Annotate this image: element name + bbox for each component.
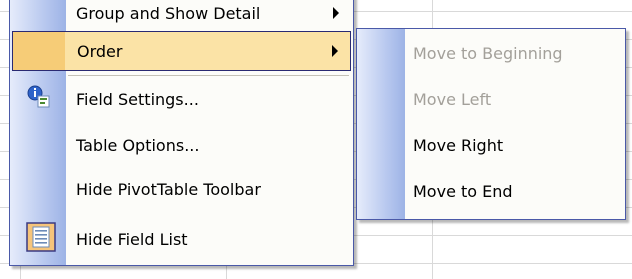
menu-item-label: Field Settings... [76, 89, 199, 109]
field-settings-icon [26, 84, 52, 114]
menu-item-label: Group and Show Detail [76, 3, 261, 23]
menu-item-label: Move to Beginning [413, 43, 563, 63]
menu-item-label: Hide Field List [76, 229, 188, 249]
menu-item-table-options[interactable]: Table Options... [12, 125, 351, 165]
menu-item-hide-pivottable-toolbar[interactable]: Hide PivotTable Toolbar [12, 169, 351, 209]
field-list-icon [26, 222, 56, 256]
menu-item-label: Hide PivotTable Toolbar [76, 179, 261, 199]
menu-item-field-settings[interactable]: Field Settings... [12, 79, 351, 119]
menu-item-hide-field-list[interactable]: Hide Field List [12, 219, 351, 259]
menu-item-label: Move to End [413, 181, 513, 201]
submenu-arrow-icon [333, 7, 339, 19]
menu-item-group-and-show-detail[interactable]: Group and Show Detail [12, 0, 351, 33]
submenu-arrow-icon [332, 45, 338, 57]
menu-item-move-left[interactable]: Move Left [359, 79, 623, 119]
menu-item-label: Move Left [413, 89, 492, 109]
menu-item-label: Order [77, 41, 123, 61]
pivot-context-menu: Group and Show Detail Order Field Settin… [9, 0, 354, 266]
menu-item-order[interactable]: Order [12, 31, 351, 71]
menu-item-move-right[interactable]: Move Right [359, 125, 623, 165]
menu-separator [68, 75, 349, 76]
order-submenu: Move to Beginning Move Left Move Right M… [356, 28, 626, 220]
menu-item-label: Move Right [413, 135, 504, 155]
menu-item-label: Table Options... [76, 135, 200, 155]
menu-item-move-to-beginning[interactable]: Move to Beginning [359, 33, 623, 73]
menu-item-move-to-end[interactable]: Move to End [359, 171, 623, 211]
